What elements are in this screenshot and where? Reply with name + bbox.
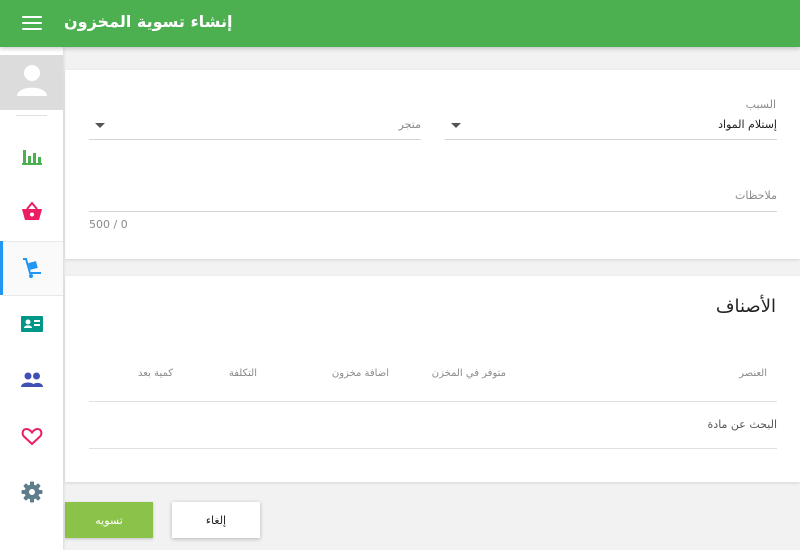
gear-icon (21, 481, 43, 503)
cancel-button[interactable]: إلغاء (172, 502, 260, 538)
submit-adjustment-button[interactable]: تسويه (65, 502, 153, 538)
notes-field[interactable]: ملاحظات (89, 180, 777, 212)
store-placeholder: متجر (398, 118, 421, 131)
bar-chart-icon (22, 150, 42, 165)
table-header-divider (89, 401, 777, 402)
notes-label: ملاحظات (735, 189, 777, 202)
sidebar (0, 47, 63, 550)
top-app-bar: إنشاء تسوية المخزون (0, 0, 800, 47)
items-title: الأصناف (715, 296, 776, 317)
adjustment-form-card: السبب إستلام المواد متجر ملاحظات 500 / 0 (65, 70, 800, 259)
page-title: إنشاء تسوية المخزون (64, 12, 233, 31)
sidebar-item-contacts[interactable] (0, 297, 63, 351)
reason-underline (445, 139, 777, 140)
hand-truck-icon (23, 258, 41, 278)
store-dropdown-icon (95, 123, 105, 128)
reason-select[interactable]: إستلام المواد (445, 110, 777, 140)
notes-char-counter: 500 / 0 (89, 218, 128, 231)
sidebar-item-settings[interactable] (0, 465, 63, 519)
reason-dropdown-icon (451, 123, 461, 128)
contact-card-icon (21, 316, 43, 332)
item-search-input[interactable] (89, 412, 777, 436)
items-card: الأصناف العنصر متوفر في المخزن اضافة مخز… (65, 276, 800, 482)
column-header-cost: التكلفة (228, 368, 257, 379)
reason-value: إستلام المواد (718, 118, 777, 131)
sidebar-item-customers[interactable] (0, 353, 63, 407)
column-header-item: العنصر (739, 368, 767, 379)
column-header-add-stock: اضافة مخزون (331, 368, 389, 379)
search-underline (89, 448, 777, 449)
column-header-qty-after: كمية بعد (138, 368, 173, 379)
hamburger-menu-icon[interactable] (22, 16, 42, 31)
sidebar-item-inventory[interactable] (0, 241, 63, 295)
sidebar-item-sales[interactable] (0, 185, 63, 239)
people-icon (21, 372, 43, 387)
notes-underline (89, 211, 777, 212)
store-select[interactable]: متجر (89, 110, 421, 140)
heart-outline-icon (21, 427, 43, 446)
store-underline (89, 139, 421, 140)
sidebar-divider (16, 115, 47, 116)
shopping-basket-icon (22, 201, 42, 220)
user-avatar-icon (17, 65, 47, 96)
sidebar-item-reports[interactable] (0, 129, 63, 183)
avatar[interactable] (0, 55, 63, 110)
sidebar-item-favorites[interactable] (0, 409, 63, 463)
column-header-available-stock: متوفر في المخزن (431, 368, 506, 379)
